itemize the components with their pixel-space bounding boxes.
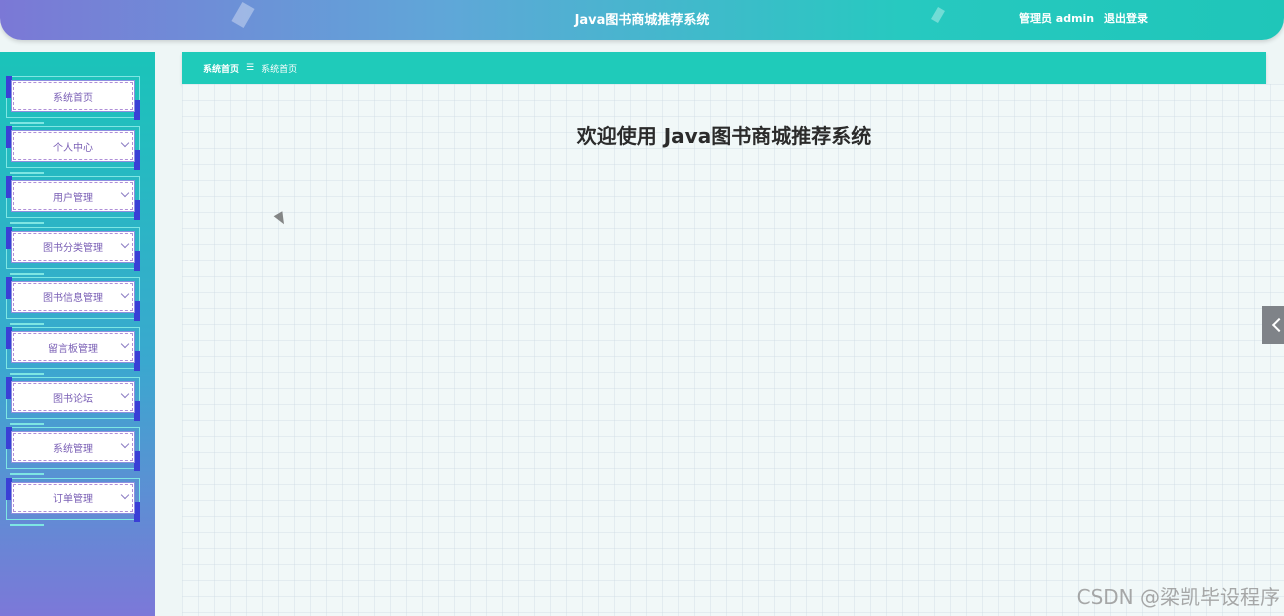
menu-item-box: 图书信息管理	[11, 280, 135, 313]
sidebar-item-7[interactable]: 系统管理	[6, 427, 140, 476]
breadcrumb-separator-icon: ☰	[246, 63, 255, 73]
sidebar-item-label: 留言板管理	[48, 343, 98, 355]
menu-item-box: 系统管理	[11, 431, 135, 464]
sidebar-item-5[interactable]: 留言板管理	[6, 327, 140, 375]
sidebar-item-6[interactable]: 图书论坛	[6, 377, 140, 426]
sidebar-item-label: 用户管理	[53, 192, 93, 204]
menu-item-box: 个人中心	[11, 130, 135, 163]
menu-frame-tail	[10, 523, 44, 526]
menu-frame-tail	[10, 473, 44, 476]
menu-frame-tail	[10, 172, 44, 175]
sidebar-item-4[interactable]: 图书信息管理	[6, 276, 140, 325]
welcome-heading: 欢迎使用 Java图书商城推荐系统	[576, 124, 872, 148]
sidebar-item-label: 订单管理	[53, 494, 93, 506]
sidebar-item-2[interactable]: 用户管理	[6, 176, 140, 225]
sidebar-item-label: 图书论坛	[53, 393, 93, 405]
sidebar-item-label: 系统管理	[53, 443, 93, 455]
menu-item-box: 系统首页	[11, 80, 135, 112]
breadcrumb-home-link[interactable]: 系统首页	[203, 62, 239, 75]
watermark: CSDN @梁凯毕设程序	[1076, 585, 1280, 609]
sidebar-item-label: 个人中心	[53, 142, 93, 154]
logout-button[interactable]: 退出登录	[1104, 12, 1148, 25]
menu-frame-tail	[10, 373, 44, 375]
sidebar-item-label: 图书分类管理	[43, 243, 103, 255]
menu-frame-tail	[10, 272, 44, 275]
menu-item-box: 订单管理	[11, 481, 135, 514]
menu-frame-tail	[10, 122, 44, 124]
sidebar-item-label: 系统首页	[53, 92, 93, 104]
top-header: Java图书商城推荐系统 管理员 admin 退出登录	[0, 0, 1284, 40]
menu-item-box: 留言板管理	[11, 331, 135, 363]
user-area: 管理员 admin 退出登录	[1013, 10, 1148, 26]
sidebar-item-8[interactable]: 订单管理	[6, 477, 140, 526]
menu-frame-tail	[10, 222, 44, 225]
menu-item-box: 用户管理	[11, 180, 135, 213]
sidebar-item-1[interactable]: 个人中心	[6, 126, 140, 175]
collapse-panel-toggle[interactable]	[1262, 306, 1284, 344]
main-content: 欢迎使用 Java图书商城推荐系统	[182, 84, 1284, 616]
breadcrumb-current: 系统首页	[261, 64, 298, 75]
sidebar: 系统首页个人中心用户管理图书分类管理 图书信息管理 留言板管理图书论坛系统管理订单管…	[0, 52, 155, 616]
breadcrumb: 系统首页 ☰ 系统首页	[182, 52, 1266, 84]
user-label: 管理员 admin	[1018, 12, 1095, 25]
sidebar-item-0[interactable]: 系统首页	[6, 76, 140, 124]
menu-item-box: 图书分类管理	[11, 230, 135, 263]
menu-frame-tail	[10, 322, 44, 325]
menu-frame-tail	[10, 423, 44, 426]
sidebar-item-label: 图书信息管理	[43, 293, 103, 305]
sidebar-item-3[interactable]: 图书分类管理	[6, 226, 140, 275]
menu-item-box: 图书论坛	[11, 381, 135, 414]
